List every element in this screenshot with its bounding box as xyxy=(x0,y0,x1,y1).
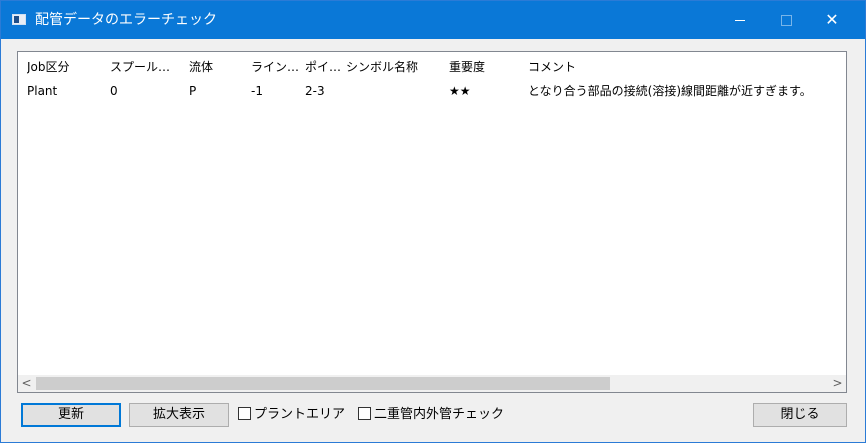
horizontal-scrollbar[interactable]: < > xyxy=(18,375,846,392)
cell-comment: となり合う部品の接続(溶接)線間距離が近すぎます。 xyxy=(528,84,812,98)
app-icon xyxy=(12,14,26,25)
refresh-button[interactable]: 更新 xyxy=(21,403,121,427)
plant-area-label: プラントエリア xyxy=(254,407,346,422)
error-list[interactable]: Job区分 スプール… 流体 ライン… ポイ… シンボル名称 重要度 コメント … xyxy=(17,51,847,393)
window-title: 配管データのエラーチェック xyxy=(35,12,217,28)
double-pipe-checkbox-box[interactable] xyxy=(358,407,371,420)
cell-line: -1 xyxy=(251,84,263,98)
cell-symbol xyxy=(346,82,446,100)
scroll-left-button[interactable]: < xyxy=(18,375,35,392)
title-bar[interactable]: 配管データのエラーチェック ✕ xyxy=(1,1,865,39)
column-header-spool[interactable]: スプール… xyxy=(110,58,184,76)
scrollbar-thumb[interactable] xyxy=(36,377,610,390)
maximize-button[interactable] xyxy=(763,1,809,39)
close-icon: ✕ xyxy=(825,10,839,29)
column-header-line[interactable]: ライン… xyxy=(251,58,301,76)
column-header-job[interactable]: Job区分 xyxy=(27,58,87,76)
scroll-right-button[interactable]: > xyxy=(829,375,846,392)
cell-importance: ★★ xyxy=(449,84,471,98)
cell-point: 2-3 xyxy=(305,84,325,98)
plant-area-checkbox[interactable]: プラントエリア xyxy=(238,406,345,424)
cell-job: Plant xyxy=(27,84,58,98)
maximize-icon xyxy=(780,14,792,26)
double-pipe-label: 二重管内外管チェック xyxy=(374,407,505,422)
double-pipe-checkbox[interactable]: 二重管内外管チェック xyxy=(358,406,504,424)
error-check-window: 配管データのエラーチェック ✕ Job区分 スプール… 流体 ライン… ポイ… … xyxy=(0,0,866,443)
plant-area-checkbox-box[interactable] xyxy=(238,407,251,420)
close-window-button[interactable]: ✕ xyxy=(809,1,855,39)
cell-spool: 0 xyxy=(110,84,118,98)
minimize-icon xyxy=(735,19,745,21)
cell-fluid: P xyxy=(189,84,197,98)
close-button[interactable]: 閉じる xyxy=(753,403,847,427)
column-header-importance[interactable]: 重要度 xyxy=(449,58,509,76)
column-header-comment[interactable]: コメント xyxy=(528,58,846,76)
column-header-point[interactable]: ポイ… xyxy=(305,58,345,76)
zoom-view-button[interactable]: 拡大表示 xyxy=(129,403,229,427)
column-header-fluid[interactable]: 流体 xyxy=(189,58,229,76)
column-header-symbol[interactable]: シンボル名称 xyxy=(346,58,446,76)
minimize-button[interactable] xyxy=(717,1,763,39)
